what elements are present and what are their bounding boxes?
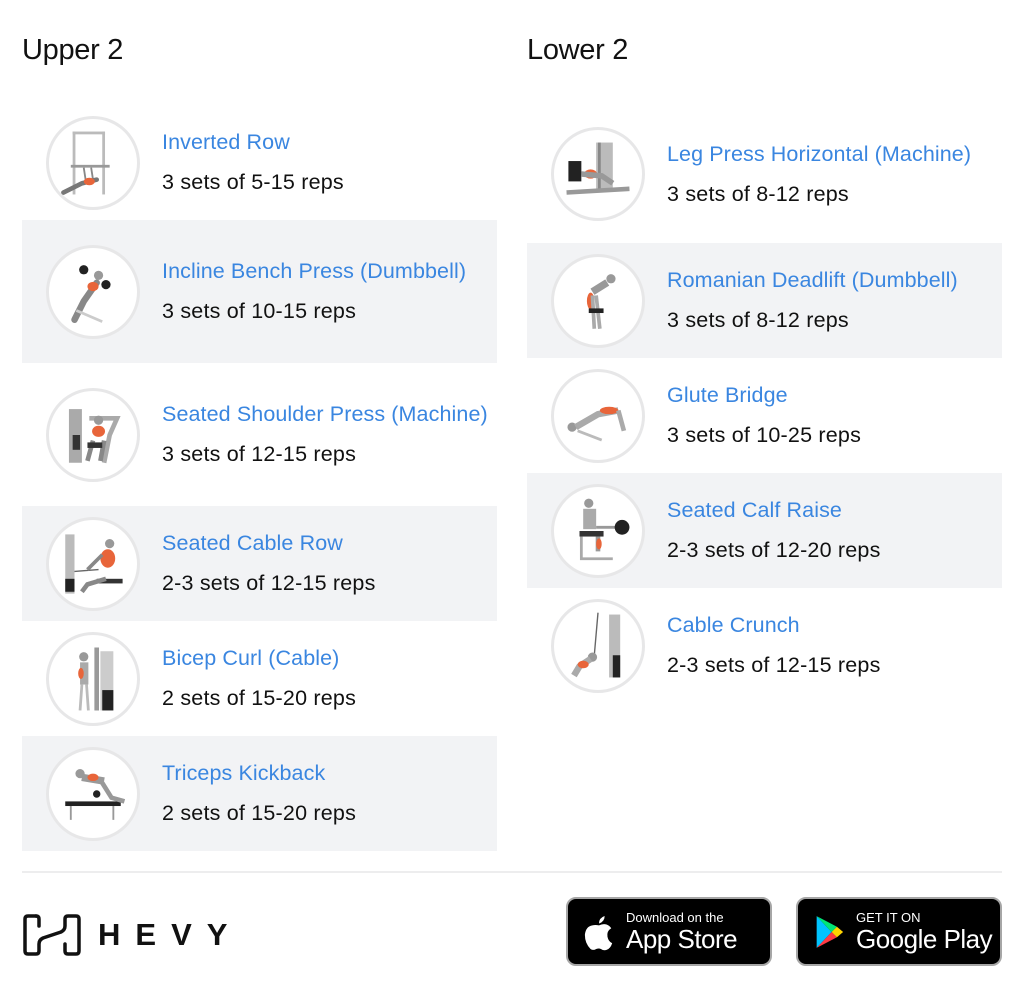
exercise-sets: 2 sets of 15-20 reps bbox=[162, 686, 357, 710]
google-play-button[interactable]: GET IT ON Google Play bbox=[796, 897, 1002, 966]
exercise-name-link[interactable]: Incline Bench Press (Dumbbell) bbox=[162, 258, 466, 285]
exercise-name-link[interactable]: Triceps Kickback bbox=[162, 760, 356, 787]
exercise-sets: 3 sets of 10-25 reps bbox=[667, 423, 862, 447]
seated-cable-row-illustration bbox=[46, 516, 140, 611]
exercise-name-link[interactable]: Bicep Curl (Cable) bbox=[162, 645, 356, 672]
exercise-sets: 3 sets of 5-15 reps bbox=[162, 170, 344, 194]
brand-wordmark: HEVY bbox=[98, 917, 243, 952]
exercise-row: Inverted Row 3 sets of 5-15 reps bbox=[22, 105, 497, 220]
inverted-row-illustration bbox=[46, 115, 140, 210]
routine-title: Lower 2 bbox=[527, 34, 629, 66]
app-store-small-text: Download on the bbox=[626, 909, 724, 925]
exercise-row: Triceps Kickback 2 sets of 15-20 reps bbox=[22, 736, 497, 851]
exercise-row: Incline Bench Press (Dumbbell) 3 sets of… bbox=[22, 220, 497, 363]
routine-title: Upper 2 bbox=[22, 34, 124, 66]
exercise-sets: 3 sets of 8-12 reps bbox=[667, 181, 849, 206]
leg-press-illustration bbox=[551, 127, 645, 221]
glute-bridge-illustration bbox=[551, 368, 645, 463]
google-play-small-text: GET IT ON bbox=[856, 909, 921, 925]
exercise-sets: 2-3 sets of 12-15 reps bbox=[667, 653, 881, 677]
exercise-name-link[interactable]: Inverted Row bbox=[162, 129, 344, 156]
exercise-sets: 3 sets of 12-15 reps bbox=[162, 442, 357, 466]
exercise-sets: 2-3 sets of 12-15 reps bbox=[162, 571, 376, 595]
exercise-list: Leg Press Horizontal (Machine) 3 sets of… bbox=[527, 105, 1002, 703]
cable-bicep-curl-illustration bbox=[46, 631, 140, 726]
exercise-name-link[interactable]: Seated Calf Raise bbox=[667, 497, 881, 524]
footer-divider bbox=[22, 871, 1002, 873]
exercise-row: Glute Bridge 3 sets of 10-25 reps bbox=[527, 358, 1002, 473]
exercise-name-link[interactable]: Glute Bridge bbox=[667, 382, 861, 409]
exercise-name-link[interactable]: Romanian Deadlift (Dumbbell) bbox=[667, 267, 958, 294]
routine-lower-2: Lower 2 Leg Press Horizontal (Machine) 3… bbox=[527, 0, 1002, 703]
shoulder-press-machine-illustration bbox=[46, 387, 140, 482]
cable-crunch-illustration bbox=[551, 598, 645, 693]
exercise-list: Inverted Row 3 sets of 5-15 reps Incline… bbox=[22, 105, 497, 851]
routine-upper-2: Upper 2 Inverted Row 3 sets of 5-15 reps… bbox=[22, 0, 497, 851]
hevy-logo-icon bbox=[23, 914, 81, 956]
apple-icon bbox=[582, 912, 616, 952]
exercise-row: Bicep Curl (Cable) 2 sets of 15-20 reps bbox=[22, 621, 497, 736]
exercise-sets: 2 sets of 15-20 reps bbox=[162, 801, 357, 825]
exercise-name-link[interactable]: Cable Crunch bbox=[667, 612, 881, 639]
app-store-button[interactable]: Download on the App Store bbox=[566, 897, 772, 966]
hevy-logo[interactable]: HEVY bbox=[22, 912, 242, 958]
exercise-row: Leg Press Horizontal (Machine) 3 sets of… bbox=[527, 105, 1002, 243]
exercise-row: Seated Cable Row 2-3 sets of 12-15 reps bbox=[22, 506, 497, 621]
exercise-sets: 3 sets of 8-12 reps bbox=[667, 308, 849, 332]
exercise-row: Cable Crunch 2-3 sets of 12-15 reps bbox=[527, 588, 1002, 703]
incline-dumbbell-press-illustration bbox=[46, 244, 140, 339]
app-store-big-text: App Store bbox=[626, 923, 738, 954]
seated-calf-raise-illustration bbox=[551, 483, 645, 578]
exercise-name-link[interactable]: Leg Press Horizontal (Machine) bbox=[667, 141, 971, 168]
exercise-name-link[interactable]: Seated Shoulder Press (Machine) bbox=[162, 401, 488, 428]
exercise-row: Seated Calf Raise 2-3 sets of 12-20 reps bbox=[527, 473, 1002, 588]
google-play-big-text: Google Play bbox=[856, 923, 993, 954]
romanian-deadlift-illustration bbox=[551, 253, 645, 348]
exercise-sets: 2-3 sets of 12-20 reps bbox=[667, 538, 881, 562]
exercise-row: Romanian Deadlift (Dumbbell) 3 sets of 8… bbox=[527, 243, 1002, 358]
exercise-sets: 3 sets of 10-15 reps bbox=[162, 299, 357, 323]
exercise-row: Seated Shoulder Press (Machine) 3 sets o… bbox=[22, 363, 497, 506]
triceps-kickback-illustration bbox=[46, 746, 140, 841]
exercise-name-link[interactable]: Seated Cable Row bbox=[162, 530, 376, 557]
google-play-icon bbox=[812, 912, 846, 952]
